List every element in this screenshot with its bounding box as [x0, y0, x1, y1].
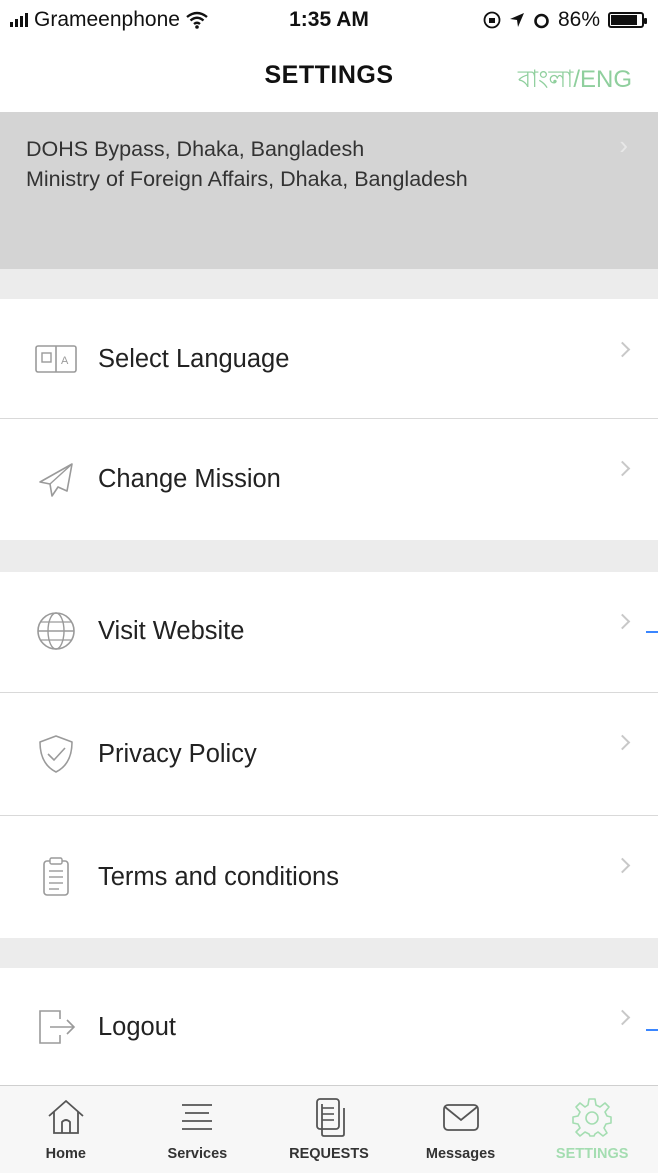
home-icon [43, 1094, 89, 1140]
gear-icon [569, 1094, 615, 1140]
select-language-label: Select Language [98, 344, 290, 373]
language-toggle-button[interactable]: বাংলা/ENG [518, 61, 632, 101]
chevron-right-icon [614, 613, 631, 630]
tab-requests[interactable]: REQUESTS [263, 1086, 395, 1173]
address-line-2: Ministry of Foreign Affairs, Dhaka, Bang… [26, 167, 468, 191]
tab-messages[interactable]: Messages [395, 1086, 527, 1173]
orientation-lock-icon [483, 11, 501, 29]
page-title: SETTINGS [264, 60, 394, 89]
battery-percent: 86% [557, 8, 600, 31]
tab-home[interactable]: Home [0, 1086, 132, 1173]
carrier-name: Grameenphone [34, 8, 180, 31]
logout-label: Logout [98, 1012, 176, 1041]
clipboard-icon [30, 851, 82, 903]
logout-icon [30, 1001, 82, 1053]
visit-website-row[interactable]: Visit Website [0, 572, 658, 690]
battery-fill [611, 15, 637, 25]
privacy-policy-row[interactable]: Privacy Policy [0, 693, 658, 815]
airplane-icon [30, 454, 82, 506]
edge-marker [646, 1029, 658, 1031]
chevron-right-icon [614, 341, 631, 358]
tab-services[interactable]: Services [132, 1086, 264, 1173]
select-language-row[interactable]: A Select Language [0, 300, 658, 418]
change-mission-row[interactable]: Change Mission [0, 419, 658, 540]
tab-bar: Home Services REQUESTS Messages SETTINGS [0, 1085, 658, 1173]
nav-bar: SETTINGS বাংলা/ENG [0, 40, 658, 110]
terms-label: Terms and conditions [98, 862, 339, 891]
section-separator [0, 269, 658, 299]
logout-row[interactable]: Logout [0, 968, 658, 1086]
section-separator [0, 540, 658, 572]
terms-row[interactable]: Terms and conditions [0, 816, 658, 938]
chevron-right-icon [614, 1009, 631, 1026]
tab-services-label: Services [167, 1146, 228, 1162]
location-icon [509, 13, 524, 27]
signal-icon [10, 13, 28, 27]
chevron-right-icon [614, 734, 631, 751]
section-separator [0, 938, 658, 968]
envelope-icon [438, 1094, 484, 1140]
alarm-icon [534, 13, 549, 28]
tab-settings-label: SETTINGS [555, 1146, 629, 1162]
address-line-1: DOHS Bypass, Dhaka, Bangladesh [26, 137, 365, 161]
language-icon: A [30, 333, 82, 385]
globe-icon [30, 605, 82, 657]
chevron-right-icon [614, 460, 631, 477]
documents-icon [306, 1094, 352, 1140]
tab-requests-label: REQUESTS [289, 1146, 369, 1162]
privacy-policy-label: Privacy Policy [98, 739, 257, 768]
tab-home-label: Home [45, 1146, 86, 1162]
battery-icon [608, 12, 647, 28]
status-left: Grameenphone [10, 8, 260, 32]
wifi-icon [186, 11, 208, 29]
svg-text:A: A [61, 355, 69, 367]
menu-lines-icon [174, 1094, 220, 1140]
tab-messages-label: Messages [425, 1146, 496, 1162]
chevron-right-icon [614, 857, 631, 874]
chevron-right-icon: › [619, 130, 628, 160]
status-right: 86% [483, 8, 647, 32]
shield-check-icon [30, 728, 82, 780]
edge-marker [646, 631, 658, 633]
status-bar: Grameenphone 1:35 AM 86% [0, 0, 658, 40]
change-mission-label: Change Mission [98, 465, 281, 493]
address-section[interactable]: DOHS Bypass, Dhaka, Bangladesh Ministry … [0, 112, 658, 269]
tab-settings[interactable]: SETTINGS [526, 1086, 658, 1173]
visit-website-label: Visit Website [98, 616, 245, 645]
